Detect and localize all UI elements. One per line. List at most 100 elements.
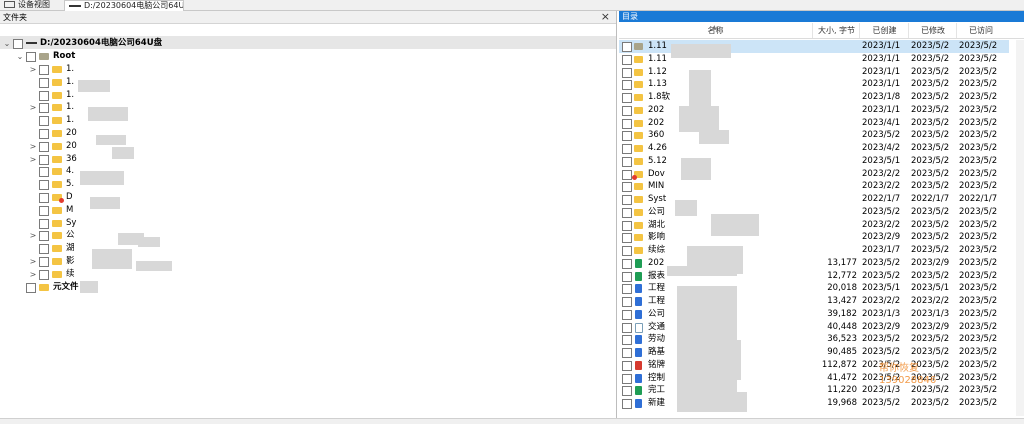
file-row[interactable]: MIN 2023/2/2 2023/5/2 2023/5/2 [619,180,1009,193]
file-row[interactable]: 1.12 2023/1/1 2023/5/2 2023/5/2 [619,66,1009,79]
file-row[interactable]: 1.13 2023/1/1 2023/5/2 2023/5/2 [619,78,1009,91]
checkbox[interactable] [39,90,49,101]
accessed-date: 2023/5/2 [959,347,998,357]
file-row[interactable]: 202 2023/4/1 2023/5/2 2023/5/2 [619,117,1009,130]
file-row[interactable]: 202 2023/1/1 2023/5/2 2023/5/2 [619,104,1009,117]
tab-drive[interactable]: D:/20230604电脑公司64U盘 [64,0,184,11]
checkbox[interactable] [622,399,632,409]
expand-chevron-icon[interactable]: > [29,255,37,268]
checkbox[interactable] [39,205,49,216]
folder-icon [52,270,62,278]
checkbox[interactable] [26,52,36,62]
file-row[interactable]: Dov 2023/2/2 2023/5/2 2023/5/2 [619,168,1009,181]
modified-date: 2023/5/2 [911,92,950,102]
checkbox[interactable] [39,193,49,203]
checkbox[interactable] [622,335,632,346]
checkbox[interactable] [39,257,49,267]
vertical-scrollbar[interactable] [1016,40,1024,416]
file-row[interactable]: 续综 2023/1/7 2023/5/2 2023/5/2 [619,244,1009,257]
directory-pane-title: 目录 [622,12,638,21]
checkbox[interactable] [39,141,49,152]
checkbox[interactable] [39,103,49,114]
modified-date: 2023/5/2 [911,53,950,64]
checkbox[interactable] [622,195,632,205]
created-date: 2023/1/1 [862,53,901,64]
checkbox[interactable] [13,39,23,49]
checkbox[interactable] [622,169,632,180]
checkbox[interactable] [39,77,49,88]
checkbox[interactable] [622,322,632,333]
checkbox[interactable] [39,167,49,178]
created-date: 2023/2/2 [862,296,901,306]
tab-device-view[interactable]: 设备视图 [0,0,64,10]
checkbox[interactable] [622,67,632,78]
checkbox[interactable] [622,220,632,231]
checkbox[interactable] [622,131,632,142]
checkbox[interactable] [622,80,632,91]
file-size: 36,523 [827,334,857,345]
checkbox[interactable] [39,116,49,127]
expand-chevron-icon[interactable]: > [29,229,37,242]
checkbox[interactable] [622,182,632,193]
checkbox[interactable] [39,129,49,139]
accessed-date: 2023/5/2 [959,92,998,102]
checkbox[interactable] [39,231,49,242]
file-row[interactable]: 影响 2023/2/9 2023/5/2 2023/5/2 [619,231,1009,244]
file-row[interactable]: 4.26 2023/4/2 2023/5/2 2023/5/2 [619,142,1009,155]
expand-chevron-icon[interactable]: ⌄ [16,50,24,63]
folder-icon [634,68,643,76]
folder-icon [52,181,62,189]
checkbox[interactable] [622,297,632,307]
expand-chevron-icon[interactable]: > [29,140,37,153]
checkbox[interactable] [39,269,49,280]
expand-chevron-icon[interactable]: > [29,153,37,166]
tree-item-label: 公 [66,230,75,241]
checkbox[interactable] [39,218,49,229]
folder-icon [52,232,62,240]
checkbox[interactable] [622,373,632,384]
expand-chevron-icon[interactable]: > [29,268,37,281]
close-icon[interactable]: × [601,10,610,23]
checkbox[interactable] [39,244,49,255]
checkbox[interactable] [26,282,36,293]
tree-item-label: 1. [66,64,75,74]
file-row[interactable]: 360 2023/5/2 2023/5/2 2023/5/2 [619,129,1009,142]
checkbox[interactable] [622,156,632,167]
checkbox[interactable] [622,207,632,218]
checkbox[interactable] [622,118,632,129]
checkbox[interactable] [622,233,632,244]
file-row[interactable]: 1.8软 2023/1/8 2023/5/2 2023/5/2 [619,91,1009,104]
redaction-block [80,281,98,293]
checkbox[interactable] [622,42,632,52]
expand-chevron-icon[interactable]: > [29,101,37,114]
checkbox[interactable] [622,348,632,358]
folder-icon [634,132,643,140]
accessed-date: 2023/5/2 [959,296,998,306]
expand-chevron-icon[interactable]: > [29,63,37,76]
checkbox[interactable] [622,144,632,154]
checkbox[interactable] [622,93,632,103]
file-row[interactable]: 湖北 2023/2/2 2023/5/2 2023/5/2 [619,219,1009,232]
checkbox[interactable] [622,246,632,256]
redaction-block [138,237,160,247]
accessed-date: 2023/5/2 [959,398,998,408]
checkbox[interactable] [39,154,49,165]
checkbox[interactable] [622,386,632,397]
expand-chevron-icon[interactable]: ⌄ [3,37,11,50]
file-row[interactable]: 5.12 2023/5/1 2023/5/2 2023/5/2 [619,155,1009,168]
checkbox[interactable] [622,54,632,65]
checkbox[interactable] [622,284,632,295]
checkbox[interactable] [622,309,632,320]
checkbox[interactable] [622,271,632,282]
checkbox[interactable] [39,65,49,75]
column-accessed[interactable]: 已访问 [956,23,1005,38]
created-date: 2023/1/1 [862,79,901,90]
checkbox[interactable] [39,180,49,191]
column-created[interactable]: 已创建 [859,23,909,38]
column-size[interactable]: 大小, 字节 [812,23,860,38]
checkbox[interactable] [622,258,632,269]
checkbox[interactable] [622,105,632,116]
column-name[interactable]: ▲ 名称 [619,23,812,38]
checkbox[interactable] [622,360,632,371]
column-modified[interactable]: 已修改 [908,23,957,38]
